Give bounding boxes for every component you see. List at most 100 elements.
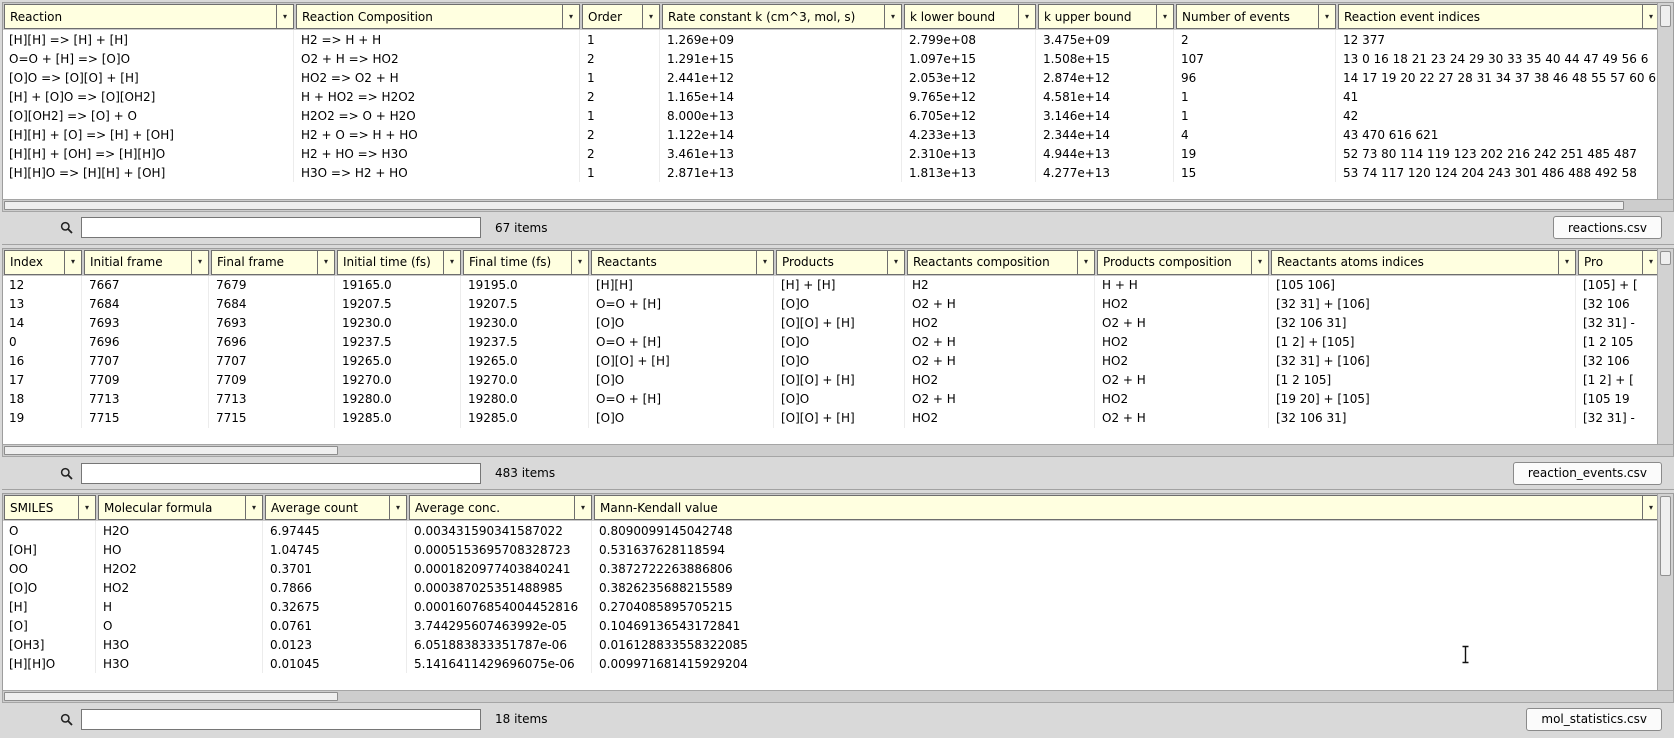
column-dropdown-button[interactable]: ▾ (1318, 5, 1335, 28)
vertical-scrollbar[interactable] (1657, 248, 1673, 445)
table-row[interactable]: 12 7667 7679 19165.0 19195.0 [H][H] [H] + [H] H… (3, 275, 1657, 295)
column-header-reaction-composition[interactable]: Reaction Composition ▾ (296, 4, 580, 29)
column-dropdown-button[interactable]: ▾ (1642, 5, 1657, 28)
column-dropdown-button[interactable]: ▾ (78, 496, 95, 520)
table-row[interactable]: 14 7693 7693 19230.0 19230.0 [O]O [O][O] + [H]… (3, 313, 1657, 333)
column-dropdown-button[interactable]: ▾ (64, 250, 81, 274)
column-header-order[interactable]: Order ▾ (582, 4, 660, 29)
column-header-reactants[interactable]: Reactants ▾ (591, 249, 774, 275)
search-input[interactable] (81, 708, 481, 730)
column-header-smiles[interactable]: SMILES ▾ (4, 495, 96, 521)
table-row[interactable]: [O]O => [O][O] + [H] HO2 => O2 + H 1 2.441e… (3, 68, 1657, 87)
table-row[interactable]: [O] O 0.0761 3.744295607463992e-05 0.1046913… (3, 616, 1657, 636)
column-header-initial-time-fs[interactable]: Initial time (fs) ▾ (337, 249, 461, 275)
table-row[interactable]: 16 7707 7707 19265.0 19265.0 [O][O] + [H] [O]O… (3, 351, 1657, 371)
table-row[interactable]: 17 7709 7709 19270.0 19270.0 [O]O [O][O] + [H]… (3, 370, 1657, 390)
table-row[interactable]: 13 7684 7684 19207.5 19207.5 O=O + [H] [O]O O2 … (3, 294, 1657, 314)
column-header-final-time-fs[interactable]: Final time (fs) ▾ (463, 249, 589, 275)
table-row[interactable]: [H] H 0.32675 0.00016076854004452816 0.27040… (3, 597, 1657, 617)
column-dropdown-button[interactable]: ▾ (574, 496, 591, 520)
scrollbar-thumb[interactable] (1660, 5, 1671, 27)
column-header-mann-kendall-value[interactable]: Mann-Kendall value ▾ (594, 495, 1657, 521)
column-dropdown-button[interactable]: ▾ (571, 250, 588, 274)
column-dropdown-button[interactable]: ▾ (317, 250, 334, 274)
column-dropdown-button[interactable]: ▾ (884, 5, 901, 28)
table-row[interactable]: 18 7713 7713 19280.0 19280.0 O=O + [H] [O]O O2 … (3, 389, 1657, 409)
chevron-down-icon: ▾ (1648, 11, 1653, 21)
cell-reaction: [H] + [O]O => [O][OH2] (4, 87, 294, 106)
cell-reaction-event-indices: 43 470 616 621 (1338, 125, 1657, 144)
column-dropdown-button[interactable]: ▾ (562, 5, 579, 28)
scrollbar-thumb[interactable] (4, 692, 338, 702)
column-header-number-of-events[interactable]: Number of events ▾ (1176, 4, 1336, 29)
table-row[interactable]: [OH3] H3O 0.0123 6.051883833351787e-06 0.016… (3, 635, 1657, 655)
file-button[interactable]: reactions.csv (1552, 216, 1662, 240)
column-dropdown-button[interactable]: ▾ (443, 250, 460, 274)
table-row[interactable]: [O][OH2] => [O] + O H2O2 => O + H2O 1 8.000… (3, 106, 1657, 125)
cell-reactants: O=O + [H] (591, 294, 774, 314)
column-header-reactants-atoms-indices[interactable]: Reactants atoms indices ▾ (1271, 249, 1576, 275)
column-header-rate-constant-k-cm-3-mol-s[interactable]: Rate constant k (cm^3, mol, s) ▾ (662, 4, 902, 29)
column-dropdown-button[interactable]: ▾ (1642, 250, 1657, 274)
table-row[interactable]: [H] + [O]O => [O][OH2] H + HO2 => H2O2 2 1.… (3, 87, 1657, 106)
table-row[interactable]: 0 7696 7696 19237.5 19237.5 O=O + [H] [O]O O2 +… (3, 332, 1657, 352)
column-header-average-conc[interactable]: Average conc. ▾ (409, 495, 592, 521)
cell-average-count: 0.0761 (265, 616, 407, 636)
file-button[interactable]: mol_statistics.csv (1526, 707, 1662, 731)
scrollbar-thumb[interactable] (1660, 496, 1671, 577)
search-input[interactable] (81, 462, 481, 484)
horizontal-scrollbar[interactable] (2, 444, 1674, 458)
table-row[interactable]: [H][H] => [H] + [H] H2 => H + H 1 1.269e+09… (3, 30, 1657, 49)
column-header-initial-frame[interactable]: Initial frame ▾ (84, 249, 209, 275)
file-button[interactable]: reaction_events.csv (1512, 461, 1662, 485)
cell-products-composition: O2 + H (1097, 313, 1269, 333)
table-row[interactable]: O H2O 6.97445 0.003431590341587022 0.8090099… (3, 521, 1657, 541)
column-dropdown-button[interactable]: ▾ (1018, 5, 1035, 28)
column-header-k-upper-bound[interactable]: k upper bound ▾ (1038, 4, 1174, 29)
vertical-scrollbar[interactable] (1657, 494, 1673, 691)
column-dropdown-button[interactable]: ▾ (191, 250, 208, 274)
column-header-products[interactable]: Products ▾ (776, 249, 905, 275)
column-header-label: Reaction (10, 9, 63, 24)
column-header-products-composition[interactable]: Products composition ▾ (1097, 249, 1269, 275)
column-header-reactants-composition[interactable]: Reactants composition ▾ (907, 249, 1095, 275)
table-row[interactable]: OO H2O2 0.3701 0.0001820977403840241 0.38727… (3, 559, 1657, 579)
column-dropdown-button[interactable]: ▾ (1558, 250, 1575, 274)
scrollbar-thumb[interactable] (1660, 250, 1671, 265)
table-row[interactable]: [H][H]O H3O 0.01045 5.1416411429696075e-06 0… (3, 654, 1657, 674)
column-header-molecular-formula[interactable]: Molecular formula ▾ (98, 495, 263, 521)
horizontal-scrollbar[interactable] (2, 690, 1674, 704)
column-header-pro[interactable]: Pro ▾ (1578, 249, 1657, 275)
search-input[interactable] (81, 217, 481, 239)
table-row[interactable]: [OH] HO 1.04745 0.0005153695708328723 0.5316… (3, 540, 1657, 560)
column-dropdown-button[interactable]: ▾ (1251, 250, 1268, 274)
column-dropdown-button[interactable]: ▾ (1156, 5, 1173, 28)
cell-k-lower-bound: 1.813e+13 (904, 163, 1036, 182)
column-header-average-count[interactable]: Average count ▾ (265, 495, 407, 521)
column-header-index[interactable]: Index ▾ (4, 249, 82, 275)
table-row[interactable]: [H][H] + [OH] => [H][H]O H2 + HO => H3O 2 3… (3, 144, 1657, 163)
table-row[interactable]: [H][H]O => [H][H] + [OH] H3O => H2 + HO 1 2… (3, 163, 1657, 182)
column-header-reaction-event-indices[interactable]: Reaction event indices ▾ (1338, 4, 1657, 29)
cell-initial-time-fs: 19270.0 (337, 370, 461, 390)
table-row[interactable]: [O]O HO2 0.7866 0.000387025351488985 0.38262… (3, 578, 1657, 598)
column-dropdown-button[interactable]: ▾ (642, 5, 659, 28)
table-row[interactable]: O=O + [H] => [O]O O2 + H => HO2 2 1.291e+15… (3, 49, 1657, 68)
vertical-scrollbar[interactable] (1657, 3, 1673, 199)
table-row[interactable]: 19 7715 7715 19285.0 19285.0 [O]O [O][O] + [H]… (3, 408, 1657, 428)
table-row[interactable]: [H][H] + [O] => [H] + [OH] H2 + O => H + … (3, 125, 1657, 144)
column-dropdown-button[interactable]: ▾ (389, 496, 406, 520)
cell-order: 2 (582, 49, 660, 68)
scrollbar-thumb[interactable] (4, 446, 338, 456)
column-dropdown-button[interactable]: ▾ (245, 496, 262, 520)
column-dropdown-button[interactable]: ▾ (1642, 496, 1657, 520)
horizontal-scrollbar[interactable] (2, 198, 1674, 212)
column-dropdown-button[interactable]: ▾ (887, 250, 904, 274)
column-header-final-frame[interactable]: Final frame ▾ (211, 249, 335, 275)
column-dropdown-button[interactable]: ▾ (1077, 250, 1094, 274)
scrollbar-thumb[interactable] (4, 200, 1624, 210)
column-dropdown-button[interactable]: ▾ (756, 250, 773, 274)
column-dropdown-button[interactable]: ▾ (276, 5, 293, 28)
column-header-reaction[interactable]: Reaction ▾ (4, 4, 294, 29)
column-header-k-lower-bound[interactable]: k lower bound ▾ (904, 4, 1036, 29)
